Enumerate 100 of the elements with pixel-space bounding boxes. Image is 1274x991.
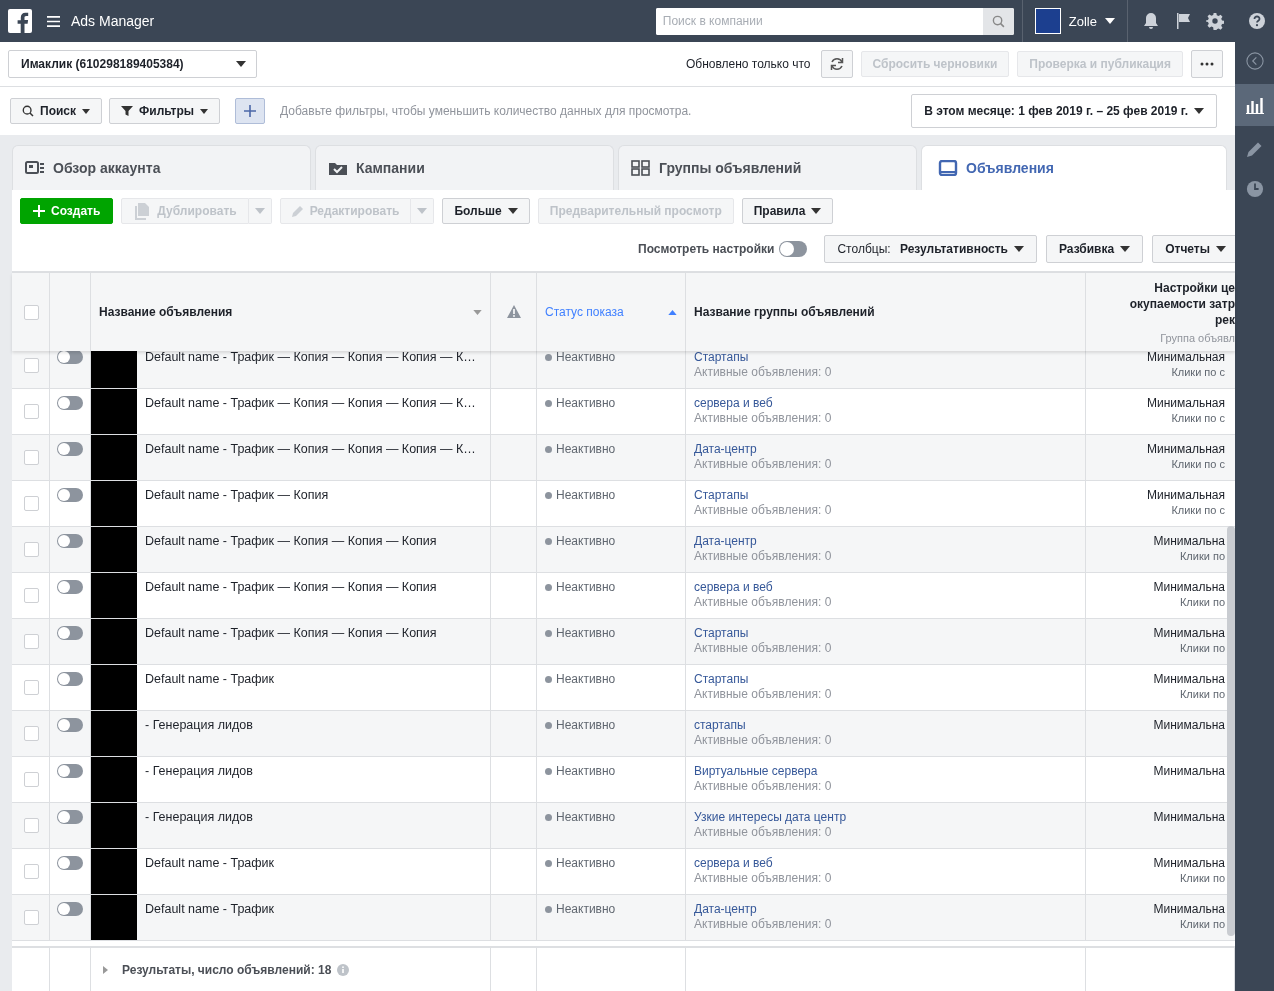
filters-button[interactable]: Фильтры <box>109 98 221 124</box>
ad-set-link[interactable]: Стартапы <box>694 626 749 641</box>
ad-set-link[interactable]: Дата-центр <box>694 534 757 549</box>
row-checkbox[interactable] <box>24 818 39 833</box>
ad-set-link[interactable]: Дата-центр <box>694 902 757 917</box>
ad-set-link[interactable]: сервера и веб <box>694 396 773 411</box>
tab[interactable]: Объявления <box>921 145 1227 190</box>
ad-toggle[interactable] <box>57 902 83 916</box>
clock-icon[interactable] <box>1245 180 1264 198</box>
ad-name[interactable]: Default name - Трафик — Копия — Копия — Копия <box>145 573 437 594</box>
ad-toggle[interactable] <box>57 534 83 548</box>
ad-set-link[interactable]: Стартапы <box>694 672 749 687</box>
ad-toggle[interactable] <box>57 764 83 778</box>
ad-set-link[interactable]: Стартапы <box>694 351 749 365</box>
dropdown-button[interactable] <box>248 198 272 224</box>
row-checkbox[interactable] <box>24 910 39 925</box>
ad-name[interactable]: Default name - Трафик — Копия <box>145 481 329 502</box>
settings-icon[interactable] <box>1206 12 1224 30</box>
ad-toggle[interactable] <box>57 810 83 824</box>
menu-button[interactable]: Больше <box>442 198 530 224</box>
row-checkbox[interactable] <box>24 542 39 557</box>
row-checkbox[interactable] <box>24 726 39 741</box>
add-filter-button[interactable] <box>235 98 266 124</box>
sort-arrow-icon[interactable] <box>668 309 677 315</box>
row-checkbox[interactable] <box>24 404 39 419</box>
search-button[interactable]: Поиск <box>10 98 102 124</box>
ad-set-link[interactable]: сервера и веб <box>694 580 773 595</box>
bid-subtitle: Клики по с <box>1171 457 1225 472</box>
row-checkbox[interactable] <box>24 450 39 465</box>
ad-name[interactable]: Default name - Трафик <box>145 849 275 870</box>
column-header[interactable]: Название объявления <box>99 305 473 319</box>
row-checkbox[interactable] <box>24 634 39 649</box>
ad-set-link[interactable]: Стартапы <box>694 488 749 503</box>
ad-name[interactable]: Default name - Трафик — Копия — Копия — Копия — К… <box>145 435 476 456</box>
pencil-icon[interactable] <box>1245 140 1264 158</box>
account-logo[interactable] <box>1034 8 1061 34</box>
ad-toggle[interactable] <box>57 580 83 594</box>
column-header[interactable]: Статус показа <box>545 305 668 319</box>
delivery-status: Неактивно <box>545 718 616 732</box>
logo-icon[interactable] <box>8 9 32 33</box>
ad-toggle[interactable] <box>57 351 83 364</box>
ad-toggle[interactable] <box>57 488 83 502</box>
scrollbar[interactable] <box>1227 526 1235 936</box>
ad-set-link[interactable]: Дата-центр <box>694 442 757 457</box>
info-icon[interactable] <box>337 963 350 976</box>
ad-name[interactable]: Default name - Трафик — Копия — Копия — Копия <box>145 619 437 640</box>
bell-icon[interactable] <box>1142 12 1160 30</box>
ad-name[interactable]: - Генерация лидов <box>145 711 253 732</box>
user-name[interactable]: Zolle <box>1068 13 1097 29</box>
row-checkbox[interactable] <box>24 864 39 879</box>
ad-toggle[interactable] <box>57 672 83 686</box>
ad-name[interactable]: Default name - Трафик — Копия — Копия — Копия — К… <box>145 389 476 410</box>
bid-subtitle: Клики по <box>1179 595 1225 610</box>
tab[interactable]: Обзор аккаунта <box>12 145 311 190</box>
ad-toggle[interactable] <box>57 442 83 456</box>
date-range-selector[interactable]: В этом месяце: 1 фев 2019 г. – 25 фев 2019 г. <box>911 94 1217 128</box>
ad-toggle[interactable] <box>57 626 83 640</box>
caret-icon[interactable] <box>1105 18 1115 24</box>
column-header[interactable]: Название группы объявлений <box>694 305 1077 319</box>
ad-name[interactable]: Default name - Трафик <box>145 895 275 916</box>
chart-tab[interactable] <box>1235 84 1274 126</box>
dropdown-button[interactable] <box>411 198 435 224</box>
ad-name[interactable]: Default name - Трафик <box>145 665 275 686</box>
ad-set-link[interactable]: Виртуальные сервера <box>694 764 818 779</box>
caret-icon <box>811 208 822 214</box>
row-checkbox[interactable] <box>24 588 39 603</box>
row-checkbox[interactable] <box>24 496 39 511</box>
refresh-button[interactable] <box>820 50 853 78</box>
tab[interactable]: Кампании <box>315 145 614 190</box>
ad-thumbnail <box>91 803 137 848</box>
flag-icon[interactable] <box>1174 12 1192 30</box>
collapse-icon[interactable] <box>1245 52 1264 70</box>
row-checkbox[interactable] <box>24 358 39 373</box>
ad-set-link[interactable]: Узкие интересы дата центр <box>694 810 847 825</box>
menu-icon[interactable] <box>46 14 61 28</box>
ad-set-link[interactable]: стартапы <box>694 718 746 733</box>
column-header[interactable]: Настройки це окупаемости затр рек <box>1129 280 1235 328</box>
ad-name[interactable]: - Генерация лидов <box>145 757 253 778</box>
search-icon[interactable] <box>991 14 1005 28</box>
row-checkbox[interactable] <box>24 772 39 787</box>
tab[interactable]: Группы объявлений <box>618 145 917 190</box>
row-checkbox[interactable] <box>24 680 39 695</box>
ad-name[interactable]: Default name - Трафик — Копия — Копия — Копия — К… <box>145 351 476 364</box>
expand-icon[interactable] <box>103 965 108 974</box>
settings-toggle[interactable] <box>779 241 808 257</box>
account-selector[interactable]: Имаклик (610298189405384) <box>8 50 257 78</box>
ad-name[interactable]: Default name - Трафик — Копия — Копия — Копия <box>145 527 437 548</box>
breakdown-button[interactable]: Разбивка <box>1046 235 1144 263</box>
ad-set-link[interactable]: сервера и веб <box>694 856 773 871</box>
ad-name[interactable]: - Генерация лидов <box>145 803 253 824</box>
ad-toggle[interactable] <box>57 856 83 870</box>
ad-toggle[interactable] <box>57 396 83 410</box>
ad-thumbnail <box>91 573 137 618</box>
help-icon[interactable] <box>1248 12 1266 30</box>
ad-toggle[interactable] <box>57 718 83 732</box>
more-button[interactable] <box>1191 50 1223 78</box>
select-all-checkbox[interactable] <box>24 304 39 320</box>
columns-button[interactable]: Столбцы: Результативность <box>824 235 1037 263</box>
menu-button[interactable]: Правила <box>741 198 834 224</box>
bid-strategy: Минимальна <box>1153 580 1225 595</box>
